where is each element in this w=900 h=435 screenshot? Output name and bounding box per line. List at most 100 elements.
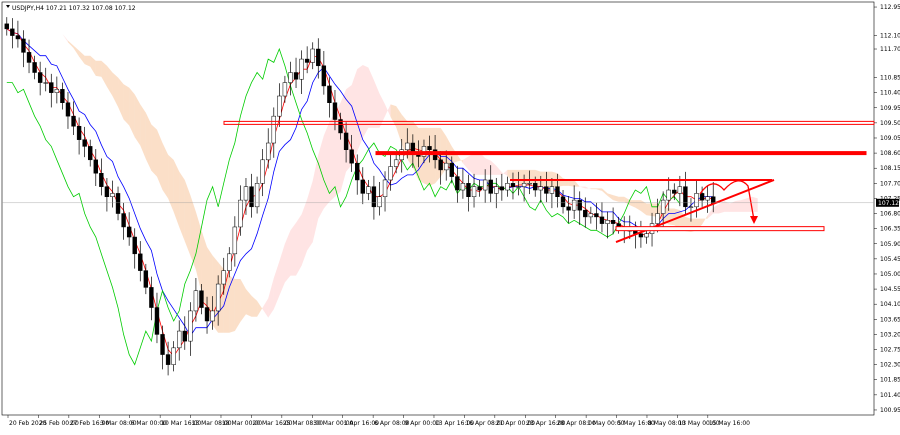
candle-body [21,38,26,53]
chart-background [0,0,900,431]
y-tick-label: 104.55 [880,286,900,293]
cloud-segment [362,64,369,138]
candle-body [393,159,399,167]
x-tick-label: 15 May 16:00 [709,420,750,427]
candle-body [499,186,505,191]
candle-body [666,189,671,201]
cloud-segment [423,127,430,186]
candle-body [460,183,466,191]
candle-body [227,253,232,271]
candle-body [594,213,599,218]
candle-body [54,89,60,93]
candle-body [238,199,243,228]
candle-body [505,183,510,191]
cloud-segment [296,214,302,276]
y-tick-label: 102.75 [880,347,900,354]
candle-body [15,35,21,40]
candle-body [699,193,705,201]
y-tick-label: 105.00 [880,271,900,278]
candle-body [655,213,660,224]
y-tick-label: 104.10 [880,301,900,308]
candle-body [599,216,605,224]
candle-body [455,176,460,191]
candle-body [683,186,688,208]
candle-body [26,52,32,63]
cloud-segment [357,64,363,152]
candle-body [188,310,193,342]
candle-body [527,183,532,185]
y-tick-label: 107.70 [880,180,900,187]
candle-body [221,270,226,285]
candle-body [566,206,571,211]
candle-body [37,72,43,83]
candle-body [43,82,48,84]
candle-body [76,125,82,140]
y-tick-label: 100.95 [880,407,900,414]
candlestick-chart: 112.95 112.10 111.70 110.85 110.40 109.95 109.… [0,0,900,431]
candle-body [282,82,288,97]
candle-body [232,226,238,255]
cloud-segment [618,196,625,202]
candle-body [60,89,65,103]
candle-body [115,193,121,214]
candle-body [138,253,143,271]
candle-body [705,196,710,201]
y-tick-label: 106.80 [880,211,900,218]
candle-body [210,310,215,322]
chart-container: 112.95 112.10 111.70 110.85 110.40 109.95 109.… [0,0,900,431]
candle-body [288,72,293,83]
candle-body [215,283,221,312]
candle-body [571,199,577,211]
candle-body [644,233,649,238]
cloud-segment [474,152,480,175]
support-zone [615,226,825,232]
candle-body [694,193,699,208]
candle-body [349,149,354,164]
candle-body [438,159,443,171]
candle-body [143,270,149,288]
candle-body [243,186,249,201]
candle-body [304,58,310,63]
cloud-segment [95,60,102,77]
candle-body [32,62,37,73]
candle-body [199,290,204,308]
candle-body [516,186,521,188]
candle-body [149,287,154,308]
y-tick-label: 112.95 [880,4,900,11]
y-tick-label: 110.85 [880,75,900,82]
candle-body [310,48,315,63]
cloud-segment [735,200,742,212]
candle-body [99,172,104,187]
candle-body [126,226,132,238]
cloud-segment [229,275,235,333]
candle-body [360,179,365,194]
candle-body [260,159,265,184]
y-tick-label: 108.15 [880,165,900,172]
candle-body [249,186,254,208]
candle-body [4,23,9,30]
candle-body [660,199,666,214]
candle-body [688,206,694,208]
candle-body [316,48,321,67]
candle-body [677,186,683,194]
candle-body [477,186,482,191]
candle-body [488,179,493,194]
candle-body [154,307,160,335]
candle-body [65,102,71,117]
y-tick-label: 109.05 [880,135,900,142]
resistance-zone-lower [375,151,867,156]
candle-body [405,142,410,150]
candle-body [121,213,126,228]
candle-body [471,186,477,197]
candle-body [165,354,171,365]
candle-body [533,183,538,191]
candle-body [427,146,432,150]
y-tick-label: 109.95 [880,105,900,112]
candle-body [254,183,260,208]
candle-body [549,186,555,194]
candle-body [93,159,98,174]
y-tick-label: 110.40 [880,90,900,97]
y-tick-label: 111.70 [880,46,900,53]
cloud-segment [151,124,157,177]
candle-body [377,196,382,208]
